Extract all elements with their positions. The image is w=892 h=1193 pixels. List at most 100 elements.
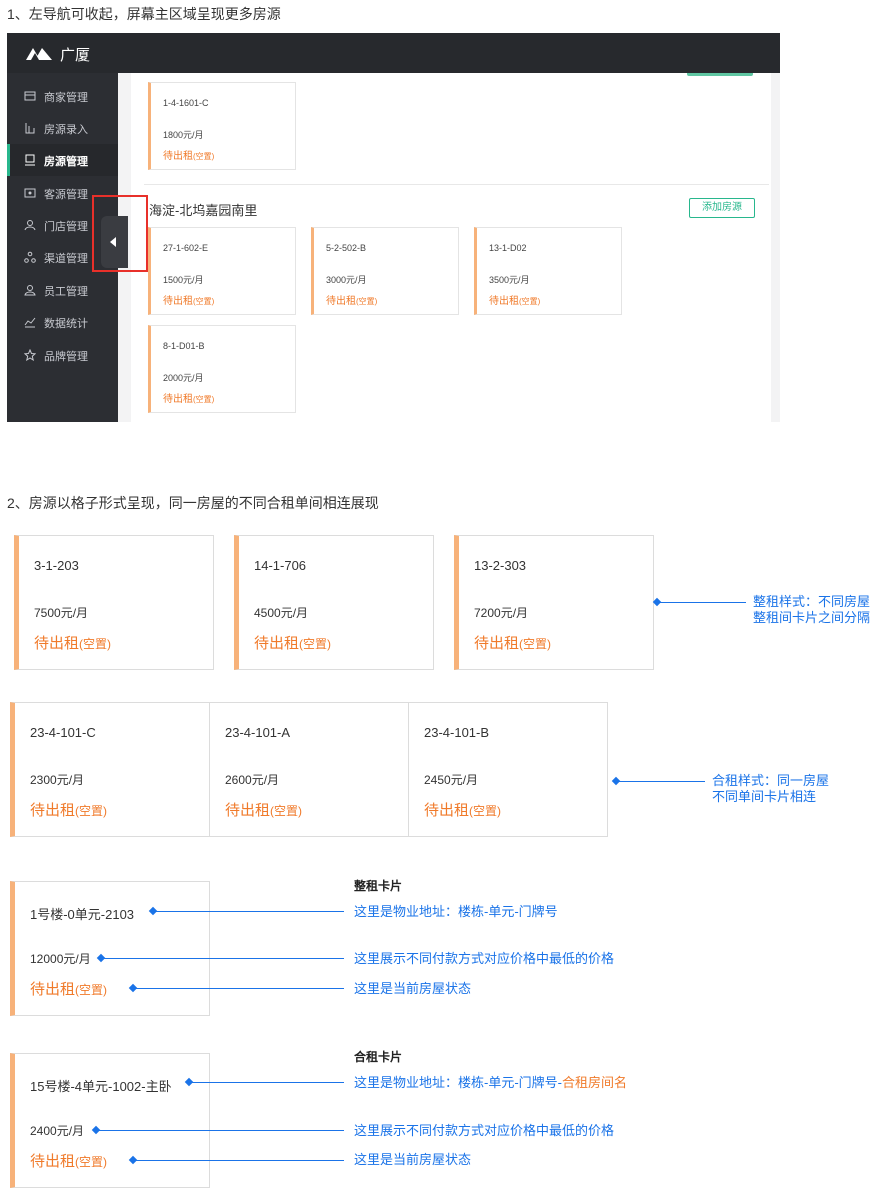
group-title: 海淀-北坞嘉园南里 [149, 203, 258, 218]
card-address: 27-1-602-E [163, 243, 209, 253]
app-screenshot: 广厦 商家管理 房源录入 房源管理 客源管理 门店管理 渠道管理 员工管理 数据… [7, 33, 780, 422]
card-address: 1-4-1601-C [163, 98, 209, 108]
house-card[interactable]: 13-1-D02 3500元/月 待出租(空置) [474, 227, 622, 315]
card-price: 3500元/月 [489, 275, 530, 285]
sidebar-item-label: 渠道管理 [44, 253, 88, 265]
top-add-button-edge [687, 73, 753, 76]
section2-heading: 2、房源以格子形式呈现，同一房屋的不同合租单间相连展现 [7, 495, 379, 511]
sidebar-item-label: 品牌管理 [44, 351, 88, 363]
shared-rent-card[interactable]: 23-4-101-B 2450元/月 待出租(空置) [408, 702, 608, 837]
shared-rent-note: 合租样式：同一房屋 不同单间卡片相连 [712, 773, 830, 804]
card-price: 4500元/月 [254, 606, 309, 620]
house-card[interactable]: 27-1-602-E 1500元/月 待出租(空置) [148, 227, 296, 315]
legend-note-price: 这里展示不同付款方式对应价格中最低的价格 [354, 1123, 615, 1138]
card-price: 7500元/月 [34, 606, 89, 620]
whole-rent-note: 整租样式：不同房屋 整租间卡片之间分隔 [753, 594, 871, 625]
sidebar-item-label: 房源管理 [44, 156, 88, 168]
card-price: 1500元/月 [163, 275, 204, 285]
card-address: 14-1-706 [254, 558, 307, 573]
card-price: 2600元/月 [225, 773, 280, 787]
legend-note-status: 这里是当前房屋状态 [354, 1152, 472, 1167]
card-address: 13-2-303 [474, 558, 527, 573]
card-status: 待出租(空置) [254, 635, 332, 652]
card-status: 待出租(空置) [474, 635, 552, 652]
annotation-line [658, 602, 746, 603]
card-address: 8-1-D01-B [163, 341, 205, 351]
sidebar-item-house-entry[interactable]: 房源录入 [7, 112, 118, 144]
sidebar-item-label: 客源管理 [44, 189, 88, 201]
app-topbar: 广厦 [7, 33, 780, 73]
sidebar-item-label: 门店管理 [44, 221, 88, 233]
star-icon [24, 349, 36, 361]
card-status: 待出租(空置) [225, 802, 303, 819]
shared-rent-card[interactable]: 23-4-101-A 2600元/月 待出租(空置) [209, 702, 409, 837]
card-price: 1800元/月 [163, 130, 204, 140]
annotation-line [97, 1130, 344, 1131]
card-status: 待出租(空置) [163, 296, 215, 307]
sidebar-item-label: 房源录入 [44, 124, 88, 136]
legend-note-status: 这里是当前房屋状态 [354, 981, 472, 996]
chart-icon [24, 317, 36, 328]
annotation-line [134, 1160, 344, 1161]
card-address: 15号楼-4单元-1002-主卧 [30, 1079, 172, 1094]
sidebar-item-label: 数据统计 [44, 318, 88, 330]
highlight-box [92, 195, 148, 272]
sidebar-item-label: 商家管理 [44, 92, 88, 104]
shared-rent-card[interactable]: 23-4-101-C 2300元/月 待出租(空置) [10, 702, 210, 837]
card-address: 1号楼-0单元-2103 [30, 907, 135, 922]
whole-rent-card[interactable]: 13-2-303 7200元/月 待出租(空置) [454, 535, 654, 670]
brand-name: 广厦 [60, 47, 91, 64]
card-price: 2450元/月 [424, 773, 479, 787]
legend-note-address: 这里是物业地址：楼栋-单元-门牌号 [354, 904, 558, 919]
card-status: 待出租(空置) [30, 1153, 108, 1170]
section1-heading: 1、左导航可收起，屏幕主区域呈现更多房源 [7, 6, 281, 22]
card-status: 待出租(空置) [163, 394, 215, 405]
card-address: 23-4-101-B [424, 725, 490, 740]
sidebar-item-store[interactable]: 商家管理 [7, 80, 118, 112]
shared-rent-card[interactable]: 15号楼-4单元-1002-主卧 2400元/月 待出租(空置) [10, 1053, 210, 1188]
card-price: 2300元/月 [30, 773, 85, 787]
staff-icon [24, 285, 36, 296]
sidebar-item-brand[interactable]: 品牌管理 [7, 339, 118, 371]
sidebar-item-staff[interactable]: 员工管理 [7, 274, 118, 306]
card-status: 待出租(空置) [163, 151, 215, 162]
whole-rent-card[interactable]: 14-1-706 4500元/月 待出租(空置) [234, 535, 434, 670]
add-house-button[interactable]: 添加房源 [689, 198, 755, 218]
sidebar-item-stats[interactable]: 数据统计 [7, 306, 118, 338]
brand-logo-icon [26, 48, 52, 60]
house-entry-icon [25, 123, 35, 134]
house-manage-icon [25, 154, 35, 166]
house-card[interactable]: 5-2-502-B 3000元/月 待出租(空置) [311, 227, 459, 315]
card-price: 12000元/月 [30, 952, 91, 966]
whole-rent-card[interactable]: 1号楼-0单元-2103 12000元/月 待出租(空置) [10, 881, 210, 1016]
card-status: 待出租(空置) [30, 981, 108, 998]
card-price: 2000元/月 [163, 373, 204, 383]
card-status: 待出租(空置) [326, 296, 378, 307]
annotation-line [154, 911, 344, 912]
card-status: 待出租(空置) [34, 635, 112, 652]
card-address: 13-1-D02 [489, 243, 527, 253]
house-card[interactable]: 8-1-D01-B 2000元/月 待出租(空置) [148, 325, 296, 413]
legend-whole-title: 整租卡片 [354, 879, 403, 893]
annotation-line [190, 1082, 344, 1083]
card-address: 23-4-101-C [30, 725, 96, 740]
card-address: 23-4-101-A [225, 725, 291, 740]
card-status: 待出租(空置) [30, 802, 108, 819]
house-card[interactable]: 1-4-1601-C 1800元/月 待出租(空置) [148, 82, 296, 170]
sidebar-item-house-manage[interactable]: 房源管理 [7, 144, 118, 176]
card-price: 2400元/月 [30, 1124, 85, 1138]
card-address: 3-1-203 [34, 558, 79, 573]
card-address: 5-2-502-B [326, 243, 367, 253]
legend-note-address: 这里是物业地址：楼栋-单元-门牌号-合租房间名 [354, 1075, 628, 1090]
legend-shared-title: 合租卡片 [354, 1050, 403, 1064]
channel-icon [24, 251, 36, 263]
annotation-line [617, 781, 705, 782]
card-status: 待出租(空置) [424, 802, 502, 819]
card-price: 7200元/月 [474, 606, 529, 620]
sidebar-item-label: 员工管理 [44, 286, 88, 298]
whole-rent-card[interactable]: 3-1-203 7500元/月 待出租(空置) [14, 535, 214, 670]
legend-note-price: 这里展示不同付款方式对应价格中最低的价格 [354, 951, 615, 966]
group-divider [144, 184, 769, 185]
client-icon [24, 188, 36, 198]
card-price: 3000元/月 [326, 275, 367, 285]
